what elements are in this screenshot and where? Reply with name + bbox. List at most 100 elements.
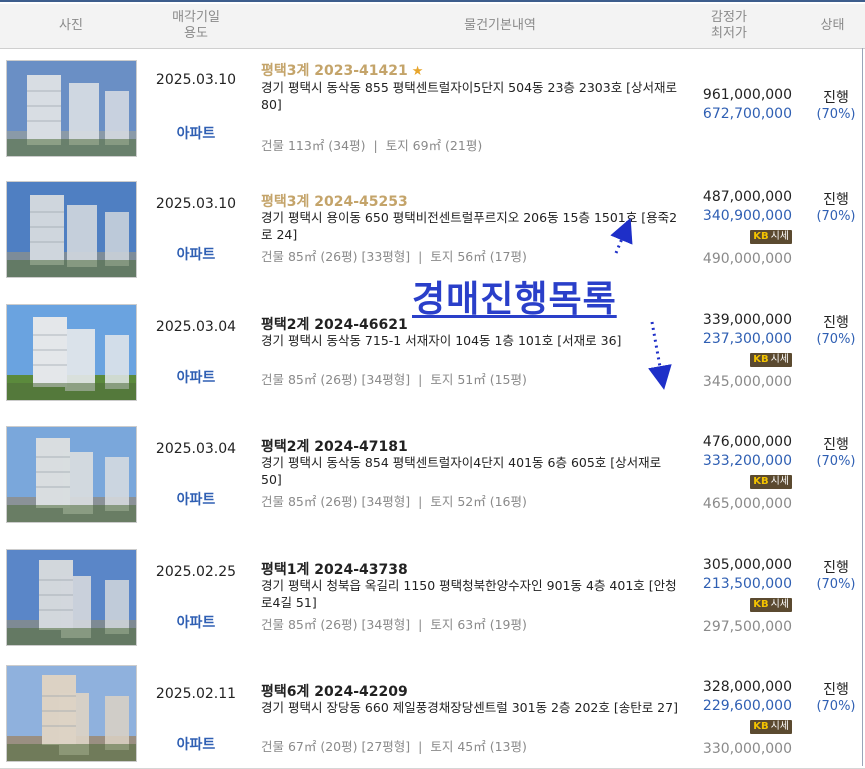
header-price: 감정가 최저가 [711, 10, 747, 41]
kb-icon: KB [753, 599, 769, 610]
table-row[interactable]: 2025.03.04 아파트 평택2계 2024-47181 경기 평택시 동삭… [0, 413, 865, 537]
minimum-price: 229,600,000 [702, 698, 792, 714]
sale-date: 2025.02.25 [155, 564, 237, 580]
star-icon[interactable]: ★ [412, 64, 424, 79]
market-price-label: 시세 [770, 721, 789, 732]
land-area: 토지 51㎡ (15평) [430, 372, 527, 387]
property-address: 경기 평택시 동삭동 854 평택센트럴자이4단지 401동 6층 605호 [… [261, 455, 662, 487]
property-photo[interactable] [6, 303, 137, 401]
status-percent: (70%) [816, 454, 856, 469]
property-address: 경기 평택시 청북읍 옥길리 1150 평택청북한양수자인 901동 4층 40… [261, 578, 677, 610]
market-price-badge[interactable]: KB 시세 [750, 353, 792, 367]
property-use-link[interactable]: 아파트 [142, 612, 250, 632]
table-row[interactable]: 2025.02.25 아파트 평택1계 2024-43738 경기 평택시 청북… [0, 536, 865, 659]
market-price-label: 시세 [770, 599, 789, 610]
status-label: 진행 [823, 437, 849, 453]
market-price-badge[interactable]: KB 시세 [750, 230, 792, 244]
case-number-link[interactable]: 평택2계 2024-46621 [261, 314, 408, 334]
area-info: 건물 85㎡ (26평) [34평형] | 토지 63㎡ (19평) [261, 614, 527, 633]
property-photo[interactable] [6, 548, 137, 646]
area-info: 건물 85㎡ (26평) [33평형] | 토지 56㎡ (17평) [261, 246, 527, 265]
sale-date: 2025.03.04 [155, 441, 237, 457]
market-price: 297,500,000 [702, 619, 792, 635]
appraisal-price: 328,000,000 [702, 679, 792, 695]
sale-date: 2025.03.10 [155, 72, 237, 88]
land-area: 토지 63㎡ (19평) [430, 617, 527, 632]
table-row[interactable]: 2025.03.10 아파트 평택3계 2023-41421 ★ 경기 평택시 동… [0, 49, 865, 169]
header-info: 물건기본내역 [464, 18, 536, 33]
land-area: 토지 52㎡ (16평) [430, 494, 527, 509]
building-area: 건물 85㎡ (26평) [34평형] [261, 494, 411, 509]
kb-icon: KB [753, 476, 769, 487]
appraisal-price: 487,000,000 [702, 189, 792, 205]
market-price-label: 시세 [770, 476, 789, 487]
kb-icon: KB [753, 354, 769, 365]
case-number: 평택2계 2024-47181 [261, 439, 408, 455]
area-info: 건물 67㎡ (20평) [27평형] | 토지 45㎡ (13평) [261, 736, 527, 755]
appraisal-price: 476,000,000 [702, 434, 792, 450]
market-price: 490,000,000 [702, 251, 792, 267]
status-percent: (70%) [816, 699, 856, 714]
minimum-price: 333,200,000 [702, 453, 792, 469]
property-use-link[interactable]: 아파트 [142, 489, 250, 509]
case-number-link[interactable]: 평택3계 2023-41421 ★ [261, 60, 423, 80]
separator: | [418, 494, 423, 509]
market-price-badge[interactable]: KB 시세 [750, 720, 792, 734]
case-number-link[interactable]: 평택3계 2024-45253 [261, 191, 408, 211]
status-label: 진행 [823, 560, 849, 576]
separator: | [418, 372, 423, 387]
property-photo[interactable] [6, 60, 137, 157]
case-number-link[interactable]: 평택2계 2024-47181 [261, 436, 408, 456]
market-price: 330,000,000 [702, 741, 792, 757]
sale-date: 2025.02.11 [155, 686, 237, 702]
minimum-price: 237,300,000 [702, 331, 792, 347]
case-number: 평택2계 2024-46621 [261, 317, 408, 333]
market-price: 345,000,000 [702, 374, 792, 390]
status-percent: (70%) [816, 577, 856, 592]
property-use-link[interactable]: 아파트 [142, 244, 250, 264]
area-info: 건물 113㎡ (34평) | 토지 69㎡ (21평) [261, 135, 482, 154]
area-info: 건물 85㎡ (26평) [34평형] | 토지 51㎡ (15평) [261, 369, 527, 388]
land-area: 토지 45㎡ (13평) [430, 739, 527, 754]
case-number: 평택6계 2024-42209 [261, 684, 408, 700]
table-right-border [862, 48, 863, 766]
market-price-label: 시세 [770, 231, 789, 242]
property-use-link[interactable]: 아파트 [142, 367, 250, 387]
status-label: 진행 [823, 90, 849, 106]
sale-date: 2025.03.04 [155, 319, 237, 335]
status-percent: (70%) [816, 332, 856, 347]
property-address: 경기 평택시 동삭동 715-1 서재자이 104동 1층 101호 [서재로 … [261, 333, 622, 348]
kb-icon: KB [753, 721, 769, 732]
sale-date: 2025.03.10 [155, 196, 237, 212]
header-date-use: 매각기일 용도 [172, 10, 220, 41]
building-area: 건물 85㎡ (26평) [34평형] [261, 372, 411, 387]
status-percent: (70%) [816, 107, 856, 122]
property-use-link[interactable]: 아파트 [142, 734, 250, 754]
building-area: 건물 85㎡ (26평) [34평형] [261, 617, 411, 632]
separator: | [373, 138, 378, 153]
market-price-badge[interactable]: KB 시세 [750, 475, 792, 489]
appraisal-price: 305,000,000 [702, 557, 792, 573]
header-status: 상태 [820, 18, 845, 33]
building-area: 건물 85㎡ (26평) [33평형] [261, 249, 411, 264]
auction-table: 사진 매각기일 용도 물건기본내역 감정가 최저가 상태 2025.03.10 … [0, 0, 865, 769]
property-photo[interactable] [6, 664, 137, 762]
table-row[interactable]: 2025.02.11 아파트 평택6계 2024-42209 경기 평택시 장당… [0, 658, 865, 769]
property-use-link[interactable]: 아파트 [142, 123, 250, 143]
separator: | [418, 249, 423, 264]
separator: | [418, 617, 423, 632]
property-photo[interactable] [6, 426, 137, 523]
status-label: 진행 [823, 682, 849, 698]
minimum-price: 672,700,000 [702, 106, 792, 122]
market-price-badge[interactable]: KB 시세 [750, 598, 792, 612]
status-label: 진행 [823, 315, 849, 331]
case-number-link[interactable]: 평택1계 2024-43738 [261, 559, 408, 579]
minimum-price: 340,900,000 [702, 208, 792, 224]
building-area: 건물 67㎡ (20평) [27평형] [261, 739, 411, 754]
property-photo[interactable] [6, 181, 137, 278]
property-address: 경기 평택시 동삭동 855 평택센트럴자이5단지 504동 23층 2303호… [261, 80, 678, 112]
overlay-title: 경매진행목록 [412, 279, 617, 320]
case-number-link[interactable]: 평택6계 2024-42209 [261, 681, 408, 701]
table-header: 사진 매각기일 용도 물건기본내역 감정가 최저가 상태 [0, 4, 865, 49]
kb-icon: KB [753, 231, 769, 242]
